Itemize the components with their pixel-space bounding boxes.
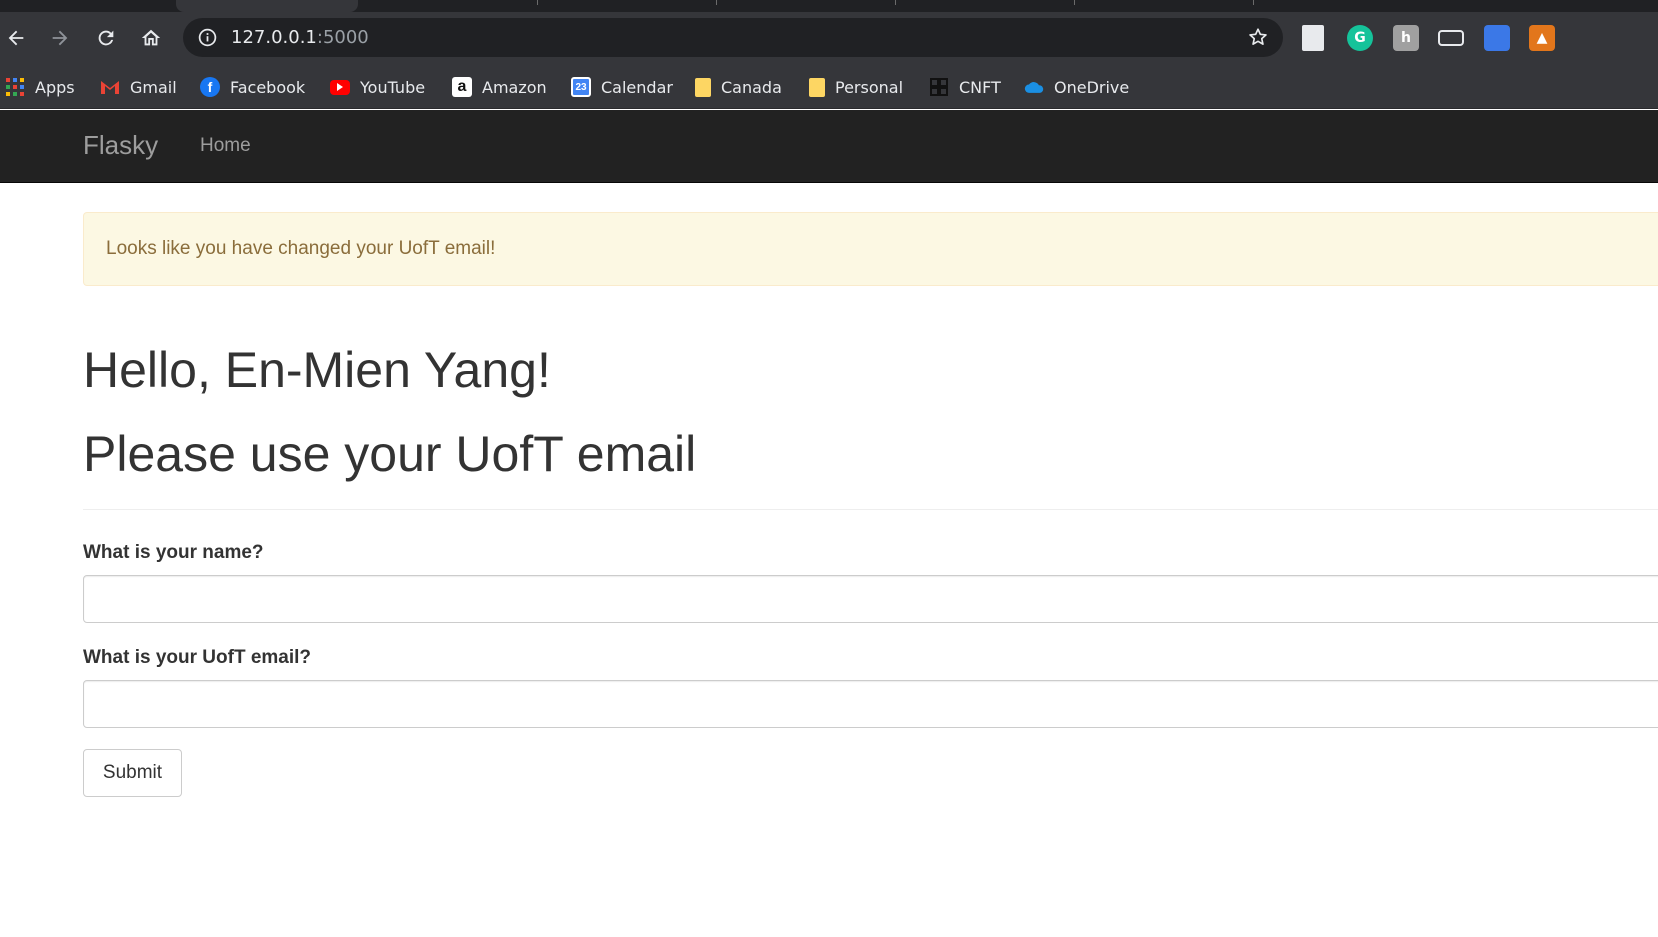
bookmark-label: OneDrive [1054, 77, 1130, 97]
arrow-right-icon [52, 30, 68, 46]
metamask-icon[interactable]: ▲ [1529, 25, 1555, 51]
url-host: 127.0.0.1 [231, 27, 317, 48]
bookmark-folder-canada[interactable]: Canada [695, 72, 782, 102]
reload-icon [98, 30, 114, 46]
folder-icon [809, 77, 825, 97]
tab-separator [716, 0, 717, 5]
tab-manager-icon[interactable] [1484, 25, 1510, 51]
submit-button[interactable]: Submit [83, 749, 182, 797]
star-icon[interactable] [1247, 26, 1269, 48]
email-prompt-heading: Please use your UofT email [83, 426, 697, 482]
greeting-heading: Hello, En-Mien Yang! [83, 342, 551, 398]
navbar-brand[interactable]: Flasky [83, 130, 158, 161]
bookmark-gmail[interactable]: Gmail [100, 72, 177, 102]
gmail-icon [100, 77, 120, 97]
url-port: :5000 [316, 27, 369, 48]
bookmark-label: Canada [721, 77, 782, 97]
bookmarks-bar: Apps Gmail f Facebook YouTube a Amazon 2… [0, 64, 1658, 109]
name-input[interactable] [83, 575, 1658, 623]
bookmark-amazon[interactable]: a Amazon [452, 72, 547, 102]
document-icon[interactable] [1302, 25, 1324, 51]
info-icon[interactable] [197, 27, 218, 48]
arrow-left-icon [8, 30, 24, 46]
bookmark-calendar[interactable]: 23 Calendar [571, 72, 673, 102]
forward-button[interactable] [44, 22, 76, 54]
bookmark-folder-personal[interactable]: Personal [809, 72, 903, 102]
email-input[interactable] [83, 680, 1658, 728]
bookmark-label: YouTube [360, 77, 426, 97]
bookmark-youtube[interactable]: YouTube [330, 72, 425, 102]
home-button[interactable] [135, 22, 167, 54]
email-field-label: What is your UofT email? [83, 647, 312, 668]
tab-separator [537, 0, 538, 5]
page-header-divider [83, 509, 1658, 510]
alert-message: Looks like you have changed your UofT em… [106, 238, 496, 259]
flash-alert: Looks like you have changed your UofT em… [83, 212, 1658, 286]
home-icon [141, 29, 161, 46]
cnft-icon [929, 77, 949, 97]
name-field-label: What is your name? [83, 542, 264, 563]
bookmark-label: Gmail [130, 77, 177, 97]
url-text[interactable]: 127.0.0.1:5000 [231, 27, 369, 48]
back-button[interactable] [0, 22, 32, 54]
folder-icon [695, 77, 711, 97]
tab-separator [1253, 0, 1254, 5]
bookmark-apps[interactable]: Apps [5, 72, 75, 102]
bookmark-cnft[interactable]: CNFT [929, 72, 1001, 102]
bookmark-label: Facebook [230, 77, 306, 97]
hypothesis-icon[interactable]: h [1393, 25, 1419, 51]
bookmark-label: Apps [35, 77, 75, 97]
reload-button[interactable] [90, 22, 122, 54]
bookmark-label: Personal [835, 77, 904, 97]
active-tab[interactable] [176, 0, 358, 12]
apps-grid-icon [5, 77, 25, 97]
youtube-icon [330, 79, 350, 95]
onedrive-icon [1024, 77, 1044, 97]
browser-toolbar: 127.0.0.1:5000 G h ▲ [0, 12, 1658, 64]
site-navbar: Flasky Home [0, 110, 1658, 183]
bookmark-onedrive[interactable]: OneDrive [1024, 72, 1129, 102]
calendar-icon: 23 [571, 77, 591, 97]
tab-separator [1074, 0, 1075, 5]
window-icon[interactable] [1438, 30, 1464, 46]
tab-separator [895, 0, 896, 5]
nav-link-home[interactable]: Home [200, 135, 251, 157]
address-bar[interactable]: 127.0.0.1:5000 [183, 18, 1283, 57]
tab-strip [0, 0, 1658, 12]
facebook-icon: f [200, 77, 220, 97]
amazon-icon: a [452, 77, 472, 97]
bookmark-facebook[interactable]: f Facebook [200, 72, 305, 102]
bookmark-label: Calendar [601, 77, 673, 97]
bookmark-label: Amazon [482, 77, 547, 97]
bookmark-label: CNFT [959, 77, 1001, 97]
grammarly-icon[interactable]: G [1347, 25, 1373, 51]
